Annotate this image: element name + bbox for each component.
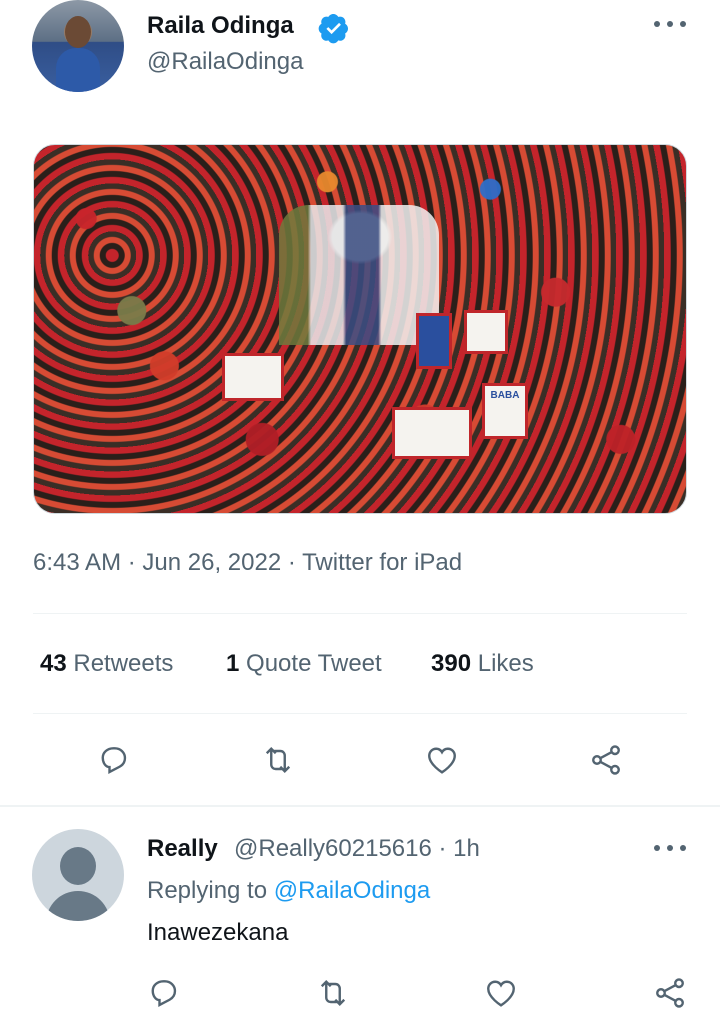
reply-button[interactable] <box>144 973 184 1013</box>
stage-group <box>279 205 439 345</box>
more-options-icon[interactable] <box>654 14 686 34</box>
dot <box>680 845 686 851</box>
replying-to: Replying to @RailaOdinga <box>147 877 430 905</box>
dot <box>667 21 673 27</box>
tweet-photo[interactable]: BABA <box>33 144 687 514</box>
reply-avatar[interactable] <box>32 829 124 921</box>
reply-tweet[interactable]: Really @Really60215616 · 1h Replying to … <box>0 807 720 1017</box>
replying-prefix: Replying to <box>147 877 274 904</box>
retweet-icon <box>265 747 291 773</box>
campaign-poster <box>464 310 508 354</box>
dot <box>654 21 660 27</box>
like-icon <box>487 980 515 1007</box>
retweet-button[interactable] <box>258 740 298 780</box>
campaign-poster: BABA <box>482 383 528 439</box>
retweet-button[interactable] <box>313 973 353 1013</box>
campaign-poster <box>222 353 284 401</box>
retweets-count: 43 <box>40 650 67 677</box>
reply-author-name[interactable]: Really <box>147 835 218 863</box>
share-icon <box>656 978 684 1008</box>
divider <box>33 713 687 714</box>
share-button[interactable] <box>586 740 626 780</box>
dot <box>667 845 673 851</box>
replying-to-link[interactable]: @RailaOdinga <box>274 877 430 904</box>
likes-label: Likes <box>477 650 534 677</box>
likes-stat[interactable]: 390 Likes <box>431 650 534 678</box>
campaign-poster <box>392 407 472 459</box>
retweets-label: Retweets <box>73 650 174 677</box>
retweets-stat[interactable]: 43 Retweets <box>40 650 173 678</box>
reply-icon <box>101 747 127 774</box>
more-options-icon[interactable] <box>654 843 686 853</box>
avatar-shirt <box>56 48 100 92</box>
poster-text: BABA <box>490 390 520 401</box>
like-button[interactable] <box>422 740 462 780</box>
author-name[interactable]: Raila Odinga <box>147 12 294 40</box>
retweet-icon <box>320 980 346 1006</box>
reply-text: Inawezekana <box>147 919 289 946</box>
campaign-poster <box>416 313 452 369</box>
quotes-stat[interactable]: 1 Quote Tweet <box>226 650 382 678</box>
avatar-body <box>46 891 110 921</box>
dot <box>680 21 686 27</box>
author-handle[interactable]: @RailaOdinga <box>147 48 303 76</box>
dot <box>654 845 660 851</box>
share-button[interactable] <box>650 973 690 1013</box>
divider <box>33 613 687 614</box>
avatar-face <box>65 16 91 48</box>
likes-count: 390 <box>431 650 472 677</box>
author-avatar[interactable] <box>32 0 124 92</box>
share-icon <box>592 745 620 775</box>
quotes-count: 1 <box>226 650 240 677</box>
tweet-timestamp[interactable]: 6:43 AM · Jun 26, 2022 · Twitter for iPa… <box>33 549 462 577</box>
avatar-head <box>60 847 96 885</box>
tweet-header: Raila Odinga @RailaOdinga <box>0 0 720 110</box>
verified-badge-icon <box>318 14 348 44</box>
like-icon <box>428 747 456 774</box>
quotes-label: Quote Tweet <box>246 650 382 677</box>
reply-meta[interactable]: @Really60215616 · 1h <box>234 835 480 863</box>
reply-icon <box>151 980 177 1007</box>
like-button[interactable] <box>481 973 521 1013</box>
reply-button[interactable] <box>94 740 134 780</box>
